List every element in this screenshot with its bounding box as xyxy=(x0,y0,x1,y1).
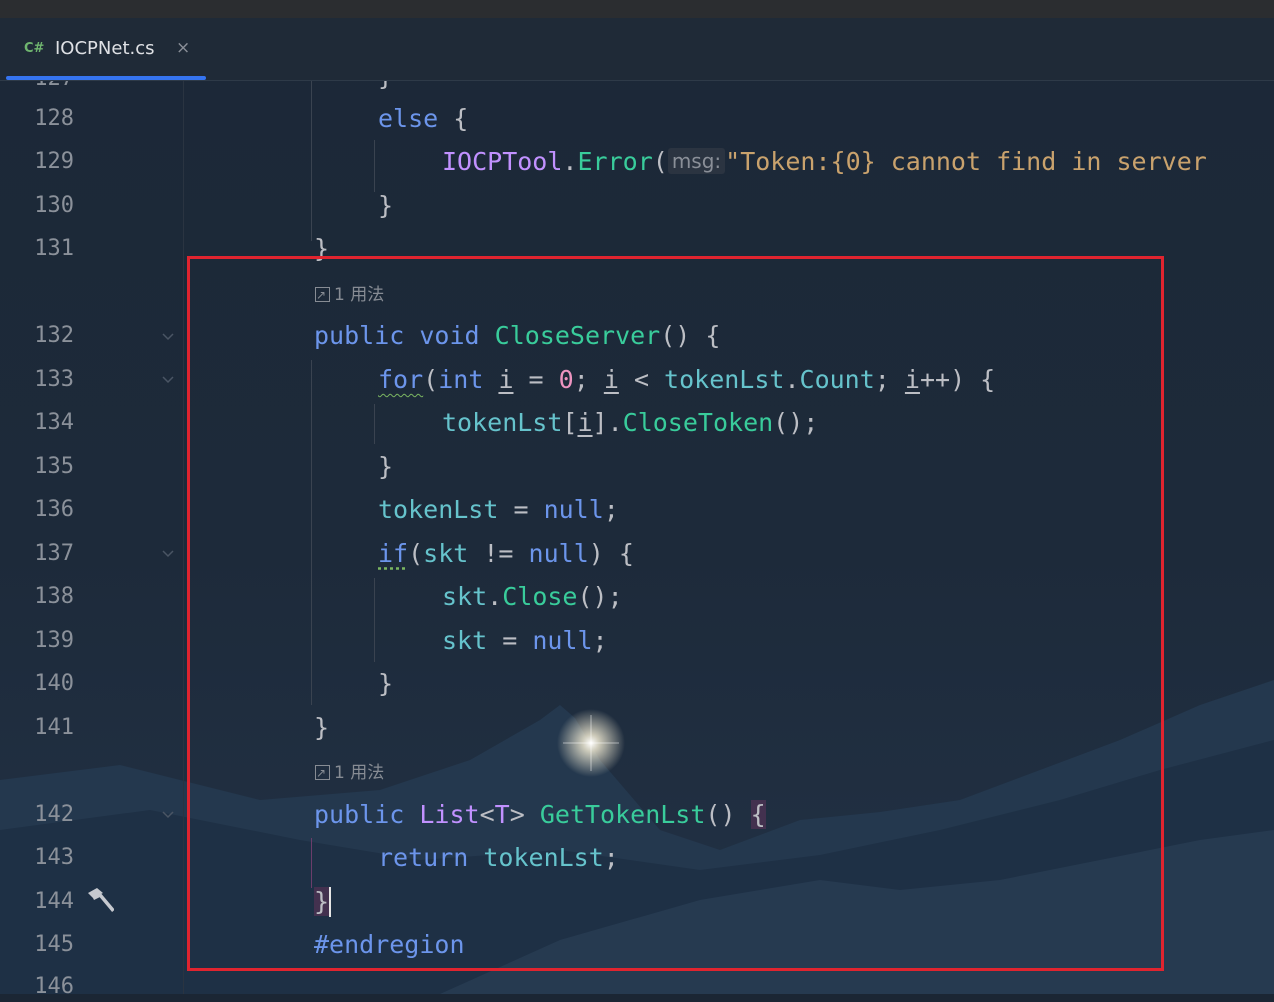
code-token: else xyxy=(378,104,439,133)
line-number: 143 xyxy=(34,845,74,870)
chevron-down-icon[interactable] xyxy=(162,376,174,384)
code-token: Error xyxy=(577,147,653,176)
line-number: 130 xyxy=(34,193,74,218)
active-tab-indicator xyxy=(6,76,206,80)
chevron-down-icon[interactable] xyxy=(162,550,174,558)
line-number: 142 xyxy=(34,802,74,827)
tab-title: IOCPNet.cs xyxy=(55,38,155,59)
code-line-130: } xyxy=(378,191,393,221)
code-token: "Token:{0} cannot find in server xyxy=(725,147,1207,176)
chevron-down-icon[interactable] xyxy=(162,333,174,341)
line-number: 129 xyxy=(34,149,74,174)
line-number: 138 xyxy=(34,584,74,609)
line-number: 136 xyxy=(34,497,74,522)
code-line-128: else { xyxy=(378,104,468,134)
code-token: ( xyxy=(652,147,668,176)
line-number: 137 xyxy=(34,541,74,566)
line-number: 128 xyxy=(34,106,74,131)
editor-tab-bar: C# IOCPNet.cs × xyxy=(0,18,1274,81)
code-line-129: IOCPTool.Error(msg: "Token:{0} cannot fin… xyxy=(442,147,1207,177)
line-number: 145 xyxy=(34,932,74,957)
line-number: 133 xyxy=(34,367,74,392)
line-number: 132 xyxy=(34,323,74,348)
line-number: 134 xyxy=(34,410,74,435)
chevron-down-icon[interactable] xyxy=(162,811,174,819)
line-number: 146 xyxy=(34,974,74,999)
csharp-file-icon: C# xyxy=(24,41,45,56)
highlight-annotation-box xyxy=(187,256,1164,971)
tab-iocpnet-cs[interactable]: C# IOCPNet.cs × xyxy=(6,18,206,80)
hammer-icon[interactable] xyxy=(84,886,115,923)
close-icon[interactable]: × xyxy=(176,38,190,58)
code-token: { xyxy=(438,104,469,133)
code-token: . xyxy=(562,147,578,176)
line-number: 131 xyxy=(34,236,74,261)
indent-guide xyxy=(374,140,375,192)
line-number: 144 xyxy=(34,889,74,914)
line-number: 135 xyxy=(34,454,74,479)
line-number: 141 xyxy=(34,715,74,740)
code-token: } xyxy=(378,191,394,220)
window-top-strip xyxy=(0,0,1274,18)
line-number: 139 xyxy=(34,628,74,653)
parameter-hint: msg: xyxy=(667,148,726,174)
line-number: 140 xyxy=(34,671,74,696)
indent-guide xyxy=(311,81,312,241)
code-token: IOCPTool xyxy=(442,147,563,176)
